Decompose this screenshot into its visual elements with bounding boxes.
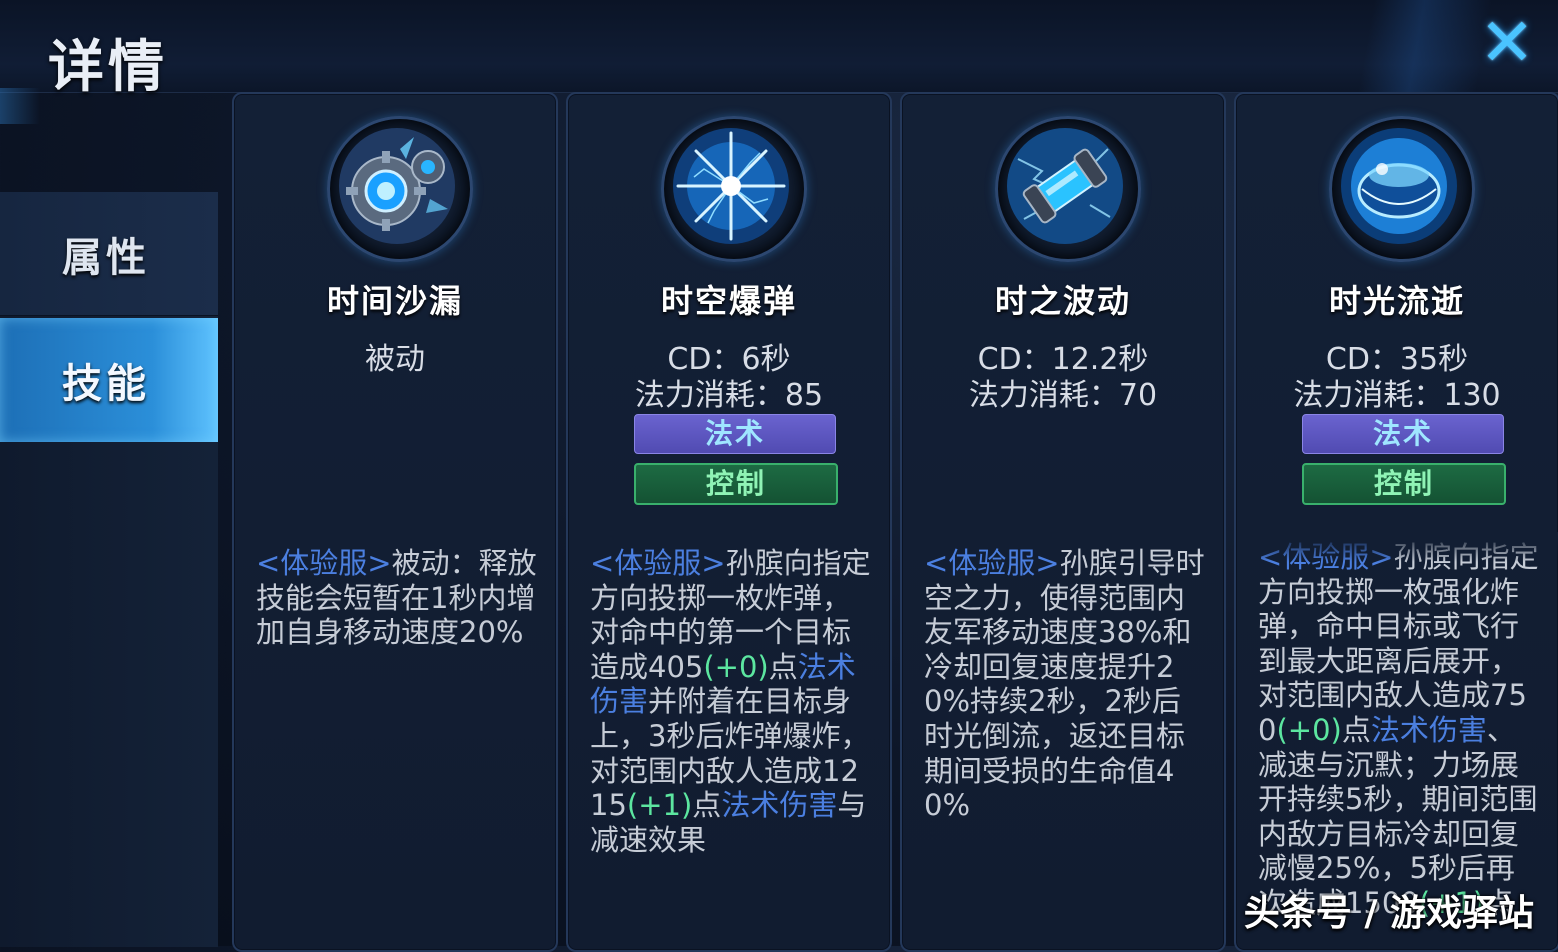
tag-control: 控制 xyxy=(634,463,838,505)
skill-card[interactable]: 时之波动 CD：12.2秒 法力消耗：70 <体验服>孙膑引导时空之力，使得范围… xyxy=(900,92,1226,952)
desc-segment: 点 xyxy=(1341,712,1371,747)
energy-sphere-icon xyxy=(1329,116,1475,262)
watermark: 头条号 / 游戏驿站 xyxy=(1243,893,1534,934)
skill-description: <体验服>孙膑向指定方向投掷一枚强化炸弹，命中目标或飞行到最大距离后展开，对范围… xyxy=(1258,540,1542,930)
desc-segment: <体验服> xyxy=(924,546,1060,580)
skill-name: 时之波动 xyxy=(994,282,1131,320)
skill-card[interactable]: 时光流逝 CD：35秒 法力消耗：130 法术 控制 <体验服>孙膑向指定方向投… xyxy=(1234,92,1558,952)
desc-segment: (+0) xyxy=(703,649,769,684)
desc-segment: 法术伤害 xyxy=(721,788,838,823)
skill-description: <体验服>孙膑向指定方向投掷一枚炸弹，对命中的第一个目标造成405(+0)点法术… xyxy=(590,546,874,857)
skill-name: 时间沙漏 xyxy=(326,282,463,320)
tab-attributes[interactable]: 属性 xyxy=(0,192,218,316)
tag-magic: 法术 xyxy=(1302,414,1504,454)
skill-mana-cost: 法力消耗：70 xyxy=(968,378,1158,413)
close-icon[interactable]: ✕ xyxy=(1478,10,1536,76)
tag-control: 控制 xyxy=(1302,463,1506,505)
desc-segment: (+1) xyxy=(626,788,693,823)
desc-segment: <体验服> xyxy=(256,546,392,580)
capsule-icon xyxy=(995,116,1141,262)
tab-label: 属性 xyxy=(62,234,150,281)
tag-magic: 法术 xyxy=(634,414,836,454)
page-title: 详情 xyxy=(48,35,168,100)
skill-description: <体验服>被动：释放技能会短暂在1秒内增加自身移动速度20% xyxy=(256,546,540,650)
desc-segment: (+0) xyxy=(1276,712,1342,747)
skill-card[interactable]: 时间沙漏 被动 <体验服>被动：释放技能会短暂在1秒内增加自身移动速度20% xyxy=(232,92,558,952)
desc-segment: 法术伤害 xyxy=(1370,712,1487,747)
desc-segment: 点 xyxy=(768,649,798,684)
skill-mana-cost: 法力消耗：130 xyxy=(1293,378,1501,413)
title-accent xyxy=(0,88,40,124)
skill-name: 时光流逝 xyxy=(1328,282,1465,320)
desc-segment: 点 xyxy=(692,788,722,823)
desc-segment: 孙膑引导时空之力，使得范围内友军移动速度38%和冷却回复速度提升20%持续2秒，… xyxy=(924,546,1205,823)
header-bar xyxy=(0,0,1558,93)
tab-label: 技能 xyxy=(62,361,150,407)
skill-card[interactable]: 时空爆弹 CD：6秒 法力消耗：85 法术 控制 <体验服>孙膑向指定方向投掷一… xyxy=(566,92,892,952)
skill-description: <体验服>孙膑引导时空之力，使得范围内友军移动速度38%和冷却回复速度提升20%… xyxy=(924,546,1208,823)
skill-name: 时空爆弹 xyxy=(660,282,797,320)
skill-mana-cost: 法力消耗：85 xyxy=(634,378,824,413)
starburst-icon xyxy=(661,116,807,262)
skill-type: 被动 xyxy=(365,342,425,377)
gear-hourglass-icon xyxy=(327,116,473,262)
desc-segment: <体验服> xyxy=(590,546,726,580)
tab-skills[interactable]: 技能 xyxy=(0,318,218,442)
scroll-fade xyxy=(1238,532,1558,562)
